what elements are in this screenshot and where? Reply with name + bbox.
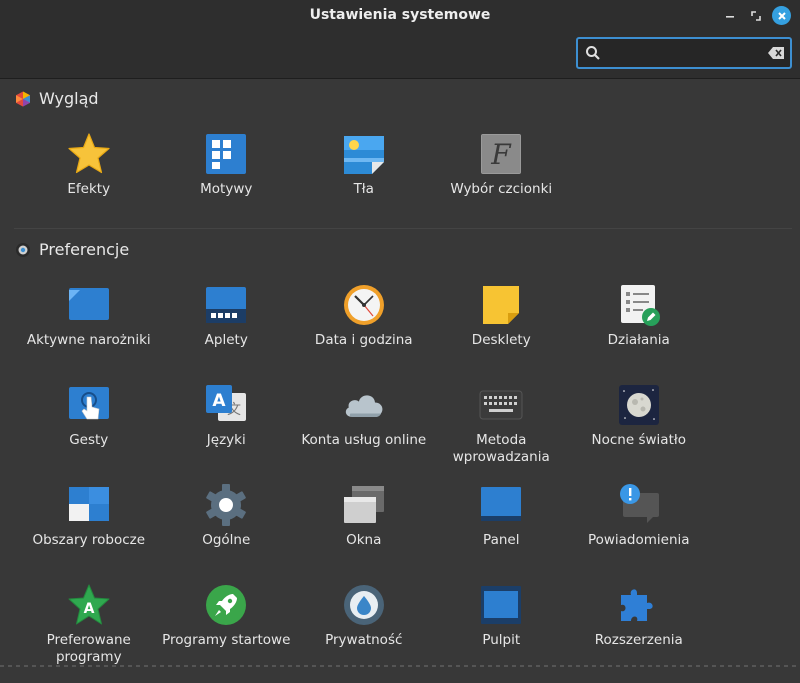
settings-item-panel[interactable]: Panel [433,483,571,583]
settings-item-extensions[interactable]: Rozszerzenia [570,583,708,683]
applets-icon [204,283,248,327]
settings-item-gestures[interactable]: Gesty [20,383,158,483]
item-label: Pulpit [482,632,521,648]
section-header-preferences: Preferencje [14,240,129,259]
clock-icon [342,283,386,327]
item-label: Języki [206,432,246,448]
svg-text:A: A [83,601,94,617]
appearance-section-icon [14,90,32,108]
close-icon [777,11,786,20]
maximize-button[interactable] [746,6,766,26]
svg-text:F: F [491,138,513,171]
workspaces-icon [67,483,111,527]
item-label: Metoda wprowadzania [452,432,550,465]
settings-item-fonts[interactable]: F Wybór czcionki [433,132,571,232]
settings-item-backgrounds[interactable]: Tła [295,132,433,232]
settings-item-preferred-apps[interactable]: A Preferowane programy [20,583,158,683]
item-label: Motywy [200,181,253,197]
settings-item-input-method[interactable]: Metoda wprowadzania [433,383,571,483]
settings-item-startup[interactable]: Programy startowe [158,583,296,683]
settings-item-effects[interactable]: Efekty [20,132,158,232]
gear-icon [204,483,248,527]
settings-item-actions[interactable]: Działania [570,283,708,383]
backgrounds-icon [342,132,386,176]
panel-icon [479,483,523,527]
item-label: Rozszerzenia [594,632,683,648]
item-label: Powiadomienia [587,532,690,548]
settings-item-general[interactable]: Ogólne [158,483,296,583]
font-icon: F [479,132,523,176]
star-icon [67,132,111,176]
item-label: Gesty [69,432,109,448]
section-title: Preferencje [39,240,130,259]
desktop-icon [479,583,523,627]
windows-icon [342,483,386,527]
item-label: Tła [353,181,374,197]
item-label: Data i godzina [314,332,413,348]
cloud-icon [342,383,386,427]
item-label: Desklety [471,332,531,348]
section-title: Wygląd [39,89,99,108]
search-field[interactable] [576,37,792,69]
search-icon [586,46,600,60]
item-label: Nocne światło [591,432,686,448]
item-label: Efekty [67,181,111,197]
settings-item-online-accounts[interactable]: Konta usług online [295,383,433,483]
item-label: Preferowane programy [46,632,131,665]
minimize-icon [726,16,734,18]
settings-item-themes[interactable]: Motywy [158,132,296,232]
settings-item-notifications[interactable]: Powiadomienia [570,483,708,583]
title-bar: Ustawienia systemowe [0,0,800,79]
item-label: Wybór czcionki [450,181,553,197]
preferences-section-icon [14,241,32,259]
actions-icon [617,283,661,327]
settings-item-desktop[interactable]: Pulpit [433,583,571,683]
preferences-grid: Aktywne narożniki Aplety Data i godzina [20,283,760,683]
extensions-icon [617,583,661,627]
item-label: Ogólne [202,532,251,548]
themes-icon [204,132,248,176]
item-label: Programy startowe [162,632,291,648]
close-button[interactable] [772,6,791,25]
item-label: Obszary robocze [32,532,146,548]
search-input[interactable] [606,43,760,65]
settings-item-applets[interactable]: Aplety [158,283,296,383]
settings-item-desklets[interactable]: Desklety [433,283,571,383]
settings-item-night-light[interactable]: Nocne światło [570,383,708,483]
preferred-apps-icon: A [67,583,111,627]
desklets-icon [479,283,523,327]
keyboard-icon [479,383,523,427]
item-label: Prywatność [325,632,403,648]
clear-search-icon[interactable] [768,47,784,59]
svg-text:A: A [213,391,227,411]
settings-item-windows[interactable]: Okna [295,483,433,583]
notifications-icon [617,483,661,527]
maximize-icon [751,11,761,21]
settings-item-privacy[interactable]: Prywatność [295,583,433,683]
settings-item-languages[interactable]: 文 A Języki [158,383,296,483]
item-label: Konta usług online [301,432,427,448]
hot-corners-icon [67,283,111,327]
privacy-icon [342,583,386,627]
appearance-grid: Efekty Motywy Tła F Wybór czcionki [20,132,760,232]
gestures-icon [67,383,111,427]
section-header-appearance: Wygląd [14,89,99,108]
item-label: Aplety [204,332,248,348]
minimize-button[interactable] [720,6,740,26]
item-label: Okna [346,532,382,548]
startup-icon [204,583,248,627]
languages-icon: 文 A [204,383,248,427]
item-label: Aktywne narożniki [26,332,151,348]
item-label: Panel [483,532,520,548]
settings-item-hot-corners[interactable]: Aktywne narożniki [20,283,158,383]
settings-item-date-time[interactable]: Data i godzina [295,283,433,383]
section-divider [14,228,792,229]
settings-item-workspaces[interactable]: Obszary robocze [20,483,158,583]
window-title: Ustawienia systemowe [309,7,491,23]
moon-icon [617,383,661,427]
item-label: Działania [607,332,670,348]
